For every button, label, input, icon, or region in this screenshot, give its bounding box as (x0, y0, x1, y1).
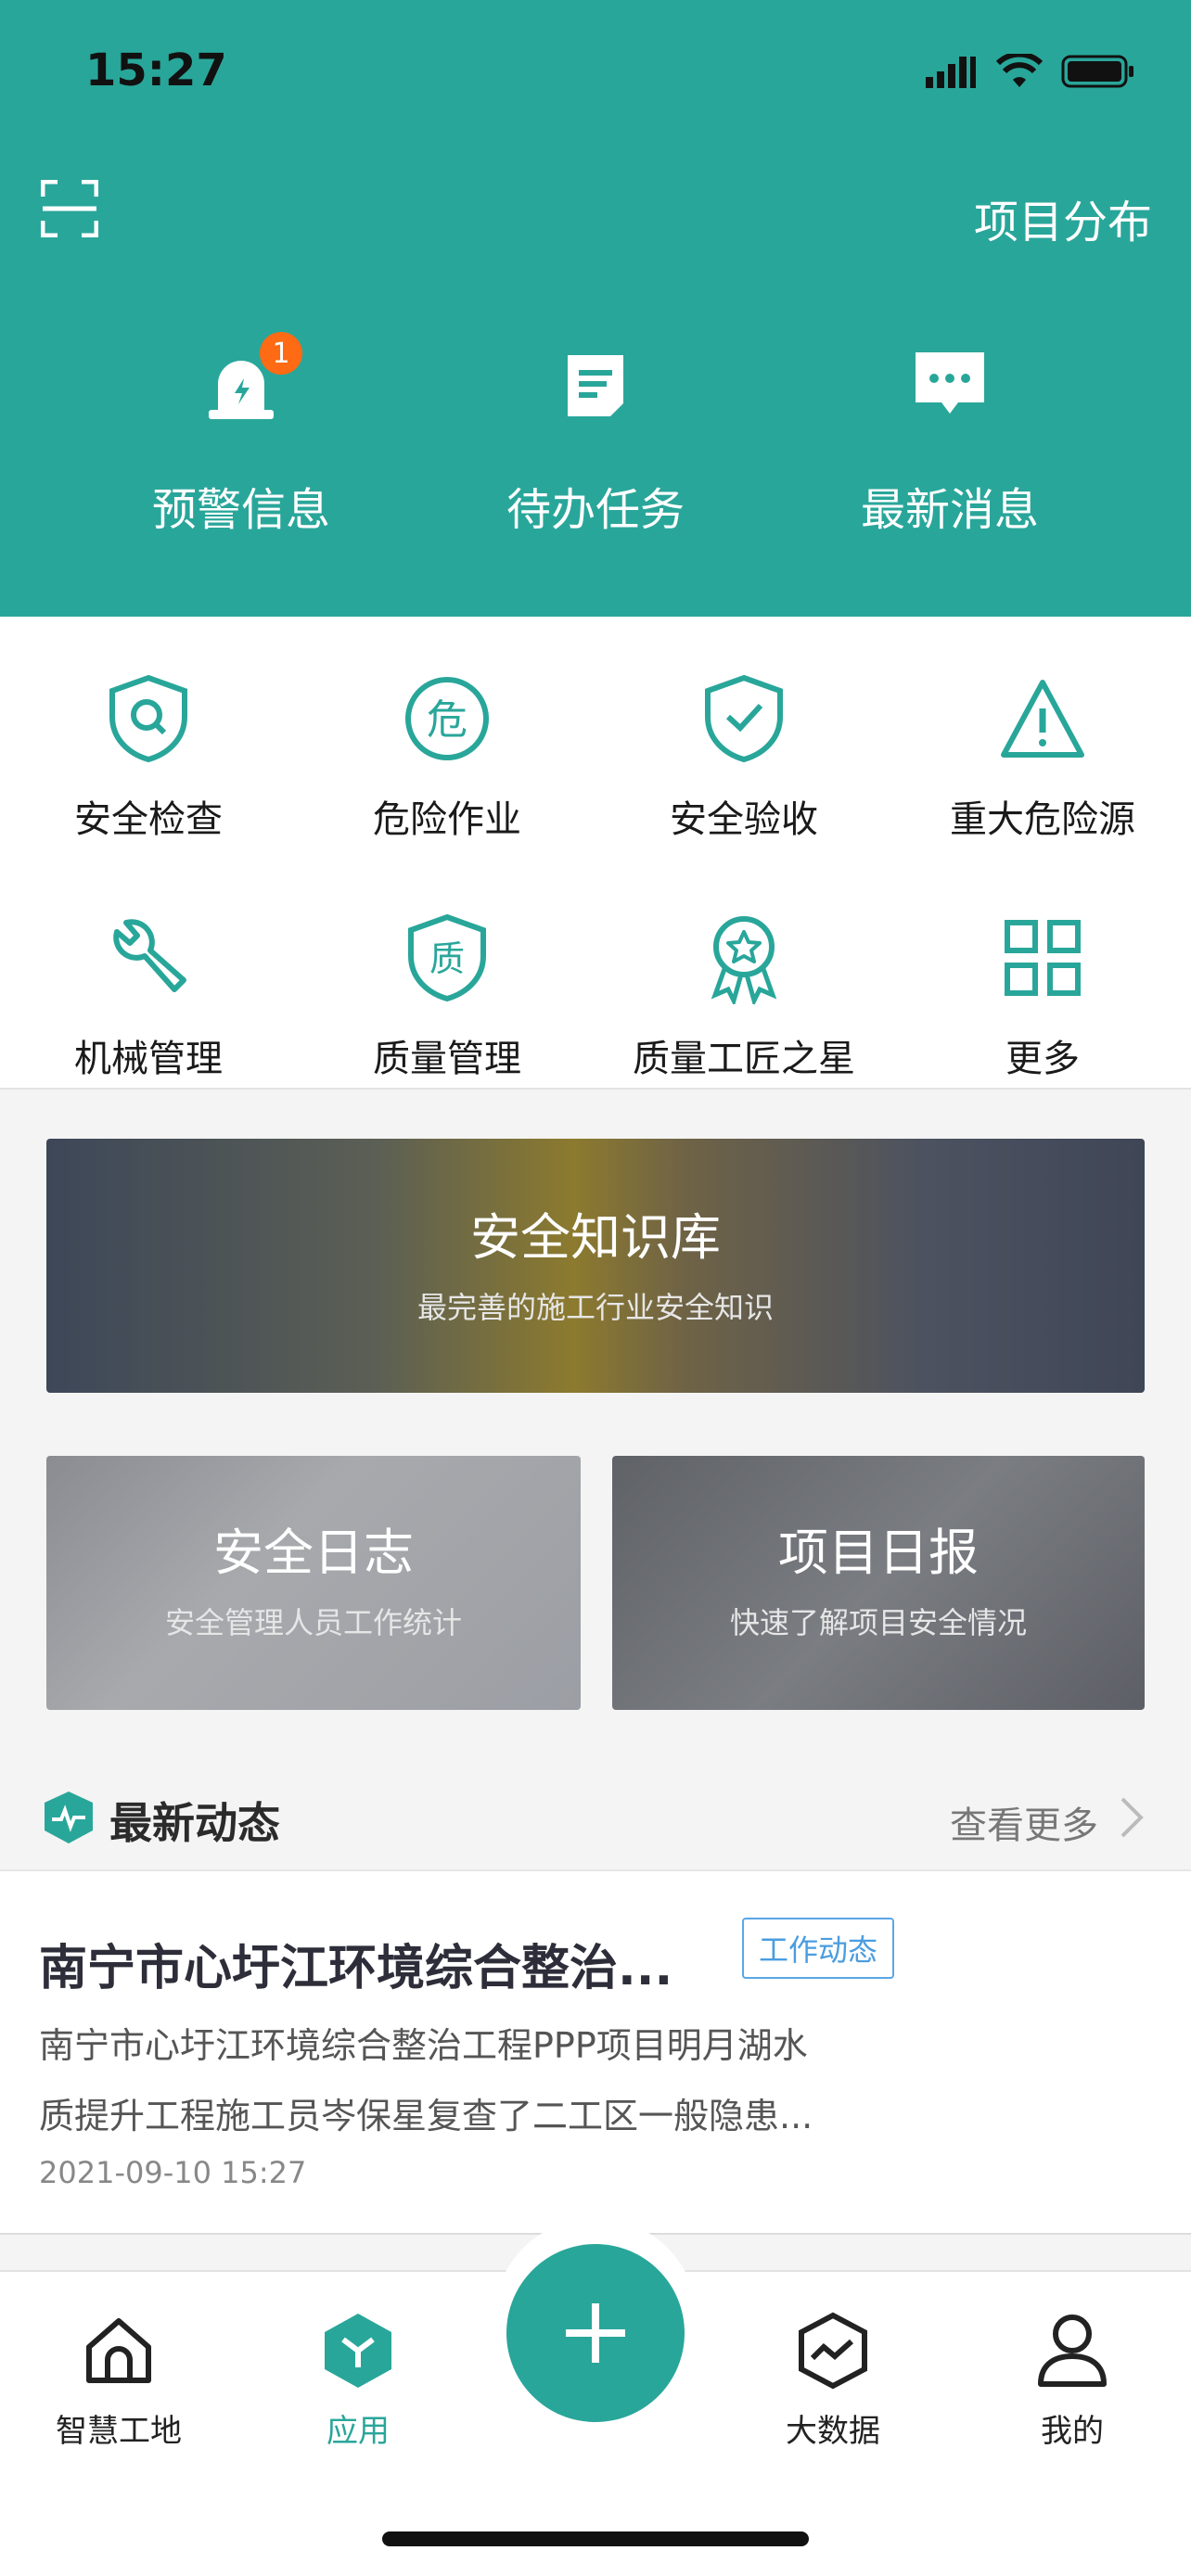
user-icon (1038, 2315, 1107, 2387)
tab-apps[interactable]: 应用 (265, 2309, 451, 2451)
message-icon (916, 352, 984, 414)
news-date: 2021-09-10 15:27 (39, 2155, 307, 2190)
status-time: 15:27 (85, 45, 227, 96)
grid-label: 质量工匠之星 (633, 1038, 855, 1080)
grid-item-craftsman-star[interactable]: 质量工匠之星 (596, 912, 892, 1082)
task-icon (568, 355, 623, 416)
banner-title: 项目日报 (778, 1524, 979, 1582)
news-title: 南宁市心圩江环境综合整治... (39, 1941, 673, 1996)
danger-glyph: 危 (427, 696, 467, 744)
banner-subtitle: 最完善的施工行业安全知识 (416, 1290, 774, 1325)
chart-icon (799, 2312, 867, 2390)
tab-mine[interactable]: 我的 (980, 2309, 1165, 2451)
header: 15:27 项目分布 1 预警信息 待办任务 最新消息 (0, 0, 1191, 617)
status-icons (926, 54, 1135, 89)
latest-news-header: 最新动态 查看更多 (0, 1762, 1191, 1869)
tab-big-data[interactable]: 大数据 (740, 2309, 926, 2451)
grid-item-dangerous-work[interactable]: 危 危险作业 (299, 672, 596, 843)
tab-label: 大数据 (786, 2413, 880, 2450)
action-warning[interactable]: 1 预警信息 (121, 332, 362, 538)
home-icon (86, 2318, 151, 2383)
banner-subtitle: 安全管理人员工作统计 (164, 1605, 462, 1640)
tab-label: 应用 (327, 2413, 390, 2450)
tab-label: 智慧工地 (56, 2413, 182, 2450)
banner-title: 安全日志 (213, 1524, 414, 1582)
grid-label: 重大危险源 (950, 798, 1135, 841)
project-distribution-link[interactable]: 项目分布 (974, 185, 1152, 250)
signal-icon (926, 57, 976, 88)
grid-item-machinery[interactable]: 机械管理 (0, 912, 297, 1082)
function-grid: 安全检查 危 危险作业 安全验收 重大危险源 机械管理 质 质量管理 质量工匠之… (0, 617, 1191, 1090)
grid-icon (1005, 920, 1081, 996)
tab-smart-site[interactable]: 智慧工地 (26, 2309, 211, 2451)
section-title: 最新动态 (109, 1798, 280, 1848)
grid-item-more[interactable]: 更多 (894, 912, 1191, 1082)
grid-item-major-hazard[interactable]: 重大危险源 (894, 672, 1191, 843)
banner-safety-log[interactable]: 安全日志 安全管理人员工作统计 (46, 1456, 581, 1710)
grid-label: 机械管理 (74, 1038, 223, 1080)
quality-glyph: 质 (429, 938, 465, 979)
plus-icon (566, 2303, 625, 2363)
banner-safety-knowledge[interactable]: 安全知识库 最完善的施工行业安全知识 (46, 1139, 1145, 1393)
warning-badge: 1 (260, 332, 302, 375)
grid-label: 质量管理 (373, 1038, 521, 1080)
action-label: 最新消息 (860, 484, 1039, 536)
tab-label: 我的 (1041, 2413, 1104, 2450)
add-button[interactable] (506, 2244, 685, 2422)
grid-label: 更多 (1005, 1038, 1080, 1080)
grid-item-safety-inspection[interactable]: 安全检查 (0, 672, 297, 843)
view-more-link[interactable]: 查看更多 (950, 1795, 1098, 1849)
award-star-icon (711, 916, 777, 1004)
chevron-right-icon[interactable] (1119, 1795, 1145, 1840)
news-body: 南宁市心圩江环境综合整治工程PPP项目明月湖水 质提升工程施工员岑保星复查了二工… (39, 2010, 967, 2151)
activity-shield-icon (45, 1792, 93, 1843)
warning-triangle-icon (1001, 680, 1084, 758)
grid-label: 安全检查 (74, 798, 223, 841)
action-messages[interactable]: 最新消息 (829, 334, 1070, 538)
home-indicator[interactable] (382, 2531, 809, 2546)
danger-icon: 危 (405, 677, 489, 760)
banner-title: 安全知识库 (470, 1208, 721, 1267)
shield-search-icon (109, 674, 187, 763)
banner-subtitle: 快速了解项目安全情况 (729, 1605, 1027, 1640)
grid-label: 安全验收 (670, 798, 818, 841)
grid-item-quality[interactable]: 质 质量管理 (299, 912, 596, 1082)
news-body-line: 南宁市心圩江环境综合整治工程PPP项目明月湖水 (39, 2025, 808, 2066)
grid-item-safety-acceptance[interactable]: 安全验收 (596, 672, 892, 843)
shield-check-icon (705, 674, 783, 763)
scan-icon[interactable] (41, 180, 98, 237)
action-label: 预警信息 (151, 484, 330, 536)
action-tasks[interactable]: 待办任务 (475, 334, 716, 538)
banner-daily-report[interactable]: 项目日报 快速了解项目安全情况 (612, 1456, 1145, 1710)
apps-icon (325, 2314, 391, 2388)
news-tag: 工作动态 (742, 1918, 895, 1979)
wifi-icon (996, 54, 1043, 87)
news-item[interactable]: 南宁市心圩江环境综合整治... 工作动态 南宁市心圩江环境综合整治工程PPP项目… (0, 1869, 1191, 2235)
wrench-icon (113, 919, 186, 992)
quality-shield-icon: 质 (408, 913, 486, 1002)
grid-label: 危险作业 (373, 798, 521, 841)
news-body-line: 质提升工程施工员岑保星复查了二工区一般隐患... (39, 2096, 813, 2136)
battery-icon (1061, 55, 1133, 88)
action-label: 待办任务 (506, 484, 685, 536)
